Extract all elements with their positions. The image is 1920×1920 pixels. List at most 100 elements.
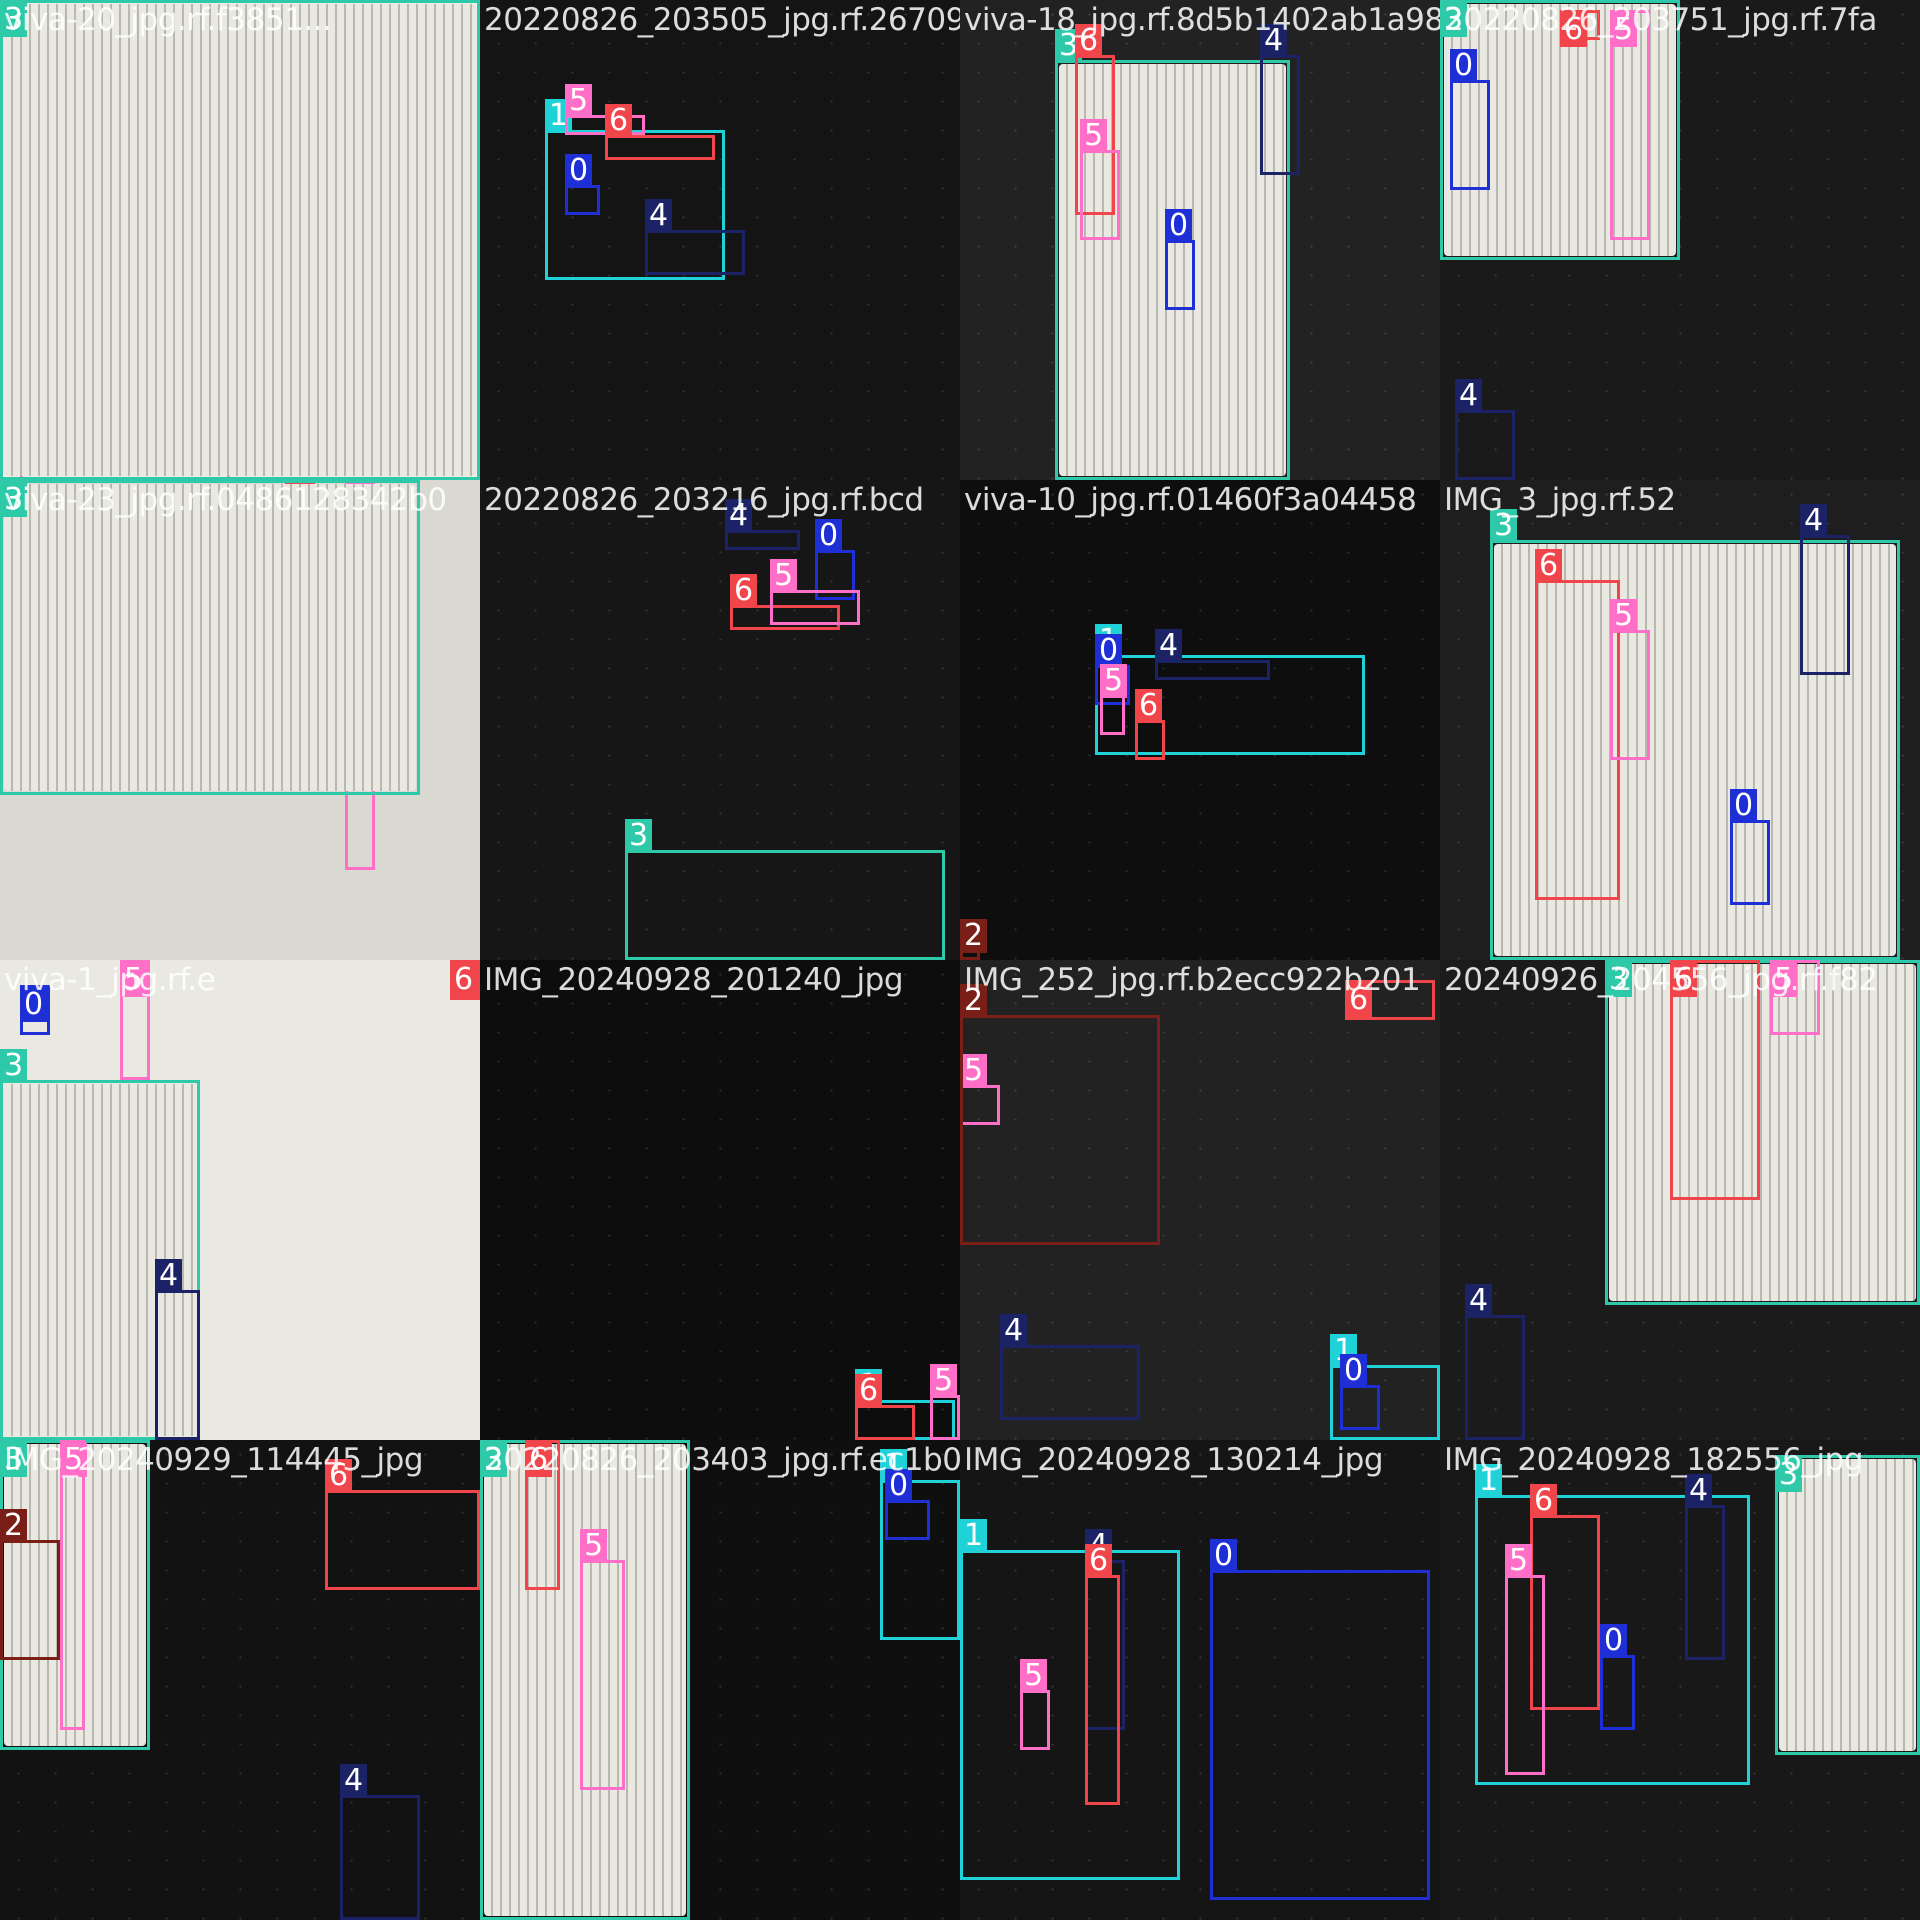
mosaic-tile: IMG_20240928_182556_jpg 1 6 4 5 0 3 [1440,1440,1920,1920]
bbox-class-label: 2 [0,1509,28,1543]
tile-filename: IMG_20240928_201240_jpg [484,962,904,998]
tile-filename: viva-23_jpg.rf.0486128342b0 [4,482,447,518]
bbox-class-label: 3 [0,1049,28,1083]
bbox-class-label: 6 [1085,1544,1113,1578]
bbox-class-label: 5 [1020,1659,1048,1693]
bbox-class-label: 0 [815,519,843,553]
bbox-class-0: 0 [1210,1539,1430,1900]
bbox-class-0: 0 [1600,1624,1635,1730]
mosaic-tile: viva-1_jpg.rf.e 0 3 5 4 6 [0,960,480,1440]
bbox-class-label: 0 [1165,209,1193,243]
bbox-class-label: 5 [565,84,593,118]
tile-filename: 20220826_203505_jpg.rf.267097f3d9f8f1ab1… [484,2,960,38]
bbox-class-label: 4 [1000,1314,1028,1348]
bbox-class-4: 4 [1800,504,1850,675]
bbox-class-4: 4 [725,499,800,550]
bbox-class-label: 4 [1800,504,1828,538]
tile-filename: 20220826_203403_jpg.rf.ec1b0 [484,1442,960,1478]
bbox-class-label: 0 [565,154,593,188]
mosaic-tile: 20220826_203403_jpg.rf.ec1b0 3 6 5 1 0 [480,1440,960,1920]
bbox-class-0: 0 [1450,49,1490,190]
mosaic-tile: IMG_20240929_114445_jpg 3 5 6 2 4 [0,1440,480,1920]
bbox-class-label: 6 [1535,549,1563,583]
bbox-class-5: 5 [1610,599,1650,760]
bbox-class-3: 3 [625,819,945,960]
bbox-class-6: 6 [450,960,480,1000]
bbox-class-label: 6 [855,1374,883,1408]
mosaic-tile: 20220826_203216_jpg.rf.bcd 4 0 6 5 3 [480,480,960,960]
bbox-class-2: 2 [960,984,1160,1245]
bbox-class-0: 0 [885,1469,930,1540]
mosaic-tile: viva-20_jpg.rf.f3851...46503 [0,0,480,480]
bbox-class-5: 5 [1100,664,1128,735]
bbox-class-label: 1 [960,1519,988,1553]
mosaic-tile: IMG_252_jpg.rf.b2ecc922b201 5 6 2 4 1 0 [960,960,1440,1440]
bbox-class-label: 4 [1685,1474,1713,1508]
bbox-class-label: 4 [155,1259,183,1293]
bbox-class-6: 6 [325,1459,480,1590]
bbox-class-5: 5 [60,1440,88,1730]
bbox-class-3: 3 [0,0,480,480]
bbox-class-label: 6 [1135,689,1163,723]
bbox-class-5: 5 [1080,119,1120,240]
bbox-class-4: 4 [1685,1474,1725,1660]
bbox-class-6: 6 [1535,549,1620,900]
bbox-class-label: 6 [730,574,758,608]
tile-filename: 20240926_204556_jpg.rf.f82 [1444,962,1878,998]
image-noise [480,960,960,1440]
bbox-class-4: 4 [1260,24,1300,175]
bbox-class-label: 6 [450,963,478,997]
bbox-class-label: 0 [1450,49,1478,83]
tile-filename: viva-10_jpg.rf.01460f3a04458 [964,482,1417,518]
bbox-class-label: 0 [1210,1539,1238,1573]
mosaic-tile: IMG_20240928_130214_jpg14650 [960,1440,1440,1920]
bbox-class-4: 4 [1455,379,1515,480]
mosaic-tile: IMG_3_jpg.rf.52 3 4 6 5 0 [1440,480,1920,960]
mosaic-tile: viva-23_jpg.rf.0486128342b06503 [0,480,480,960]
bbox-class-label: 6 [1530,1484,1558,1518]
bbox-class-label: 4 [1465,1284,1493,1318]
bbox-class-4: 4 [1000,1314,1140,1420]
bbox-class-5: 5 [770,559,860,625]
mosaic-tile: IMG_20240928_201240_jpg165 [480,960,960,1440]
mosaic-tile: 20220826_203505_jpg.rf.267097f3d9f8f1ab1… [480,0,960,480]
tile-filename: viva-18_jpg.rf.8d5b1402ab1a989fc [964,2,1440,38]
bbox-class-label: 5 [1505,1544,1533,1578]
tile-filename: IMG_20240928_130214_jpg [964,1442,1384,1478]
tile-filename: IMG_3_jpg.rf.52 [1444,482,1676,518]
tile-filename: IMG_20240928_182556_jpg [1444,1442,1864,1478]
mosaic-tile: viva-18_jpg.rf.8d5b1402ab1a989fc 3 6 4 5 0 [960,0,1440,480]
tile-filename: IMG_252_jpg.rf.b2ecc922b201 [964,962,1421,998]
bbox-class-5: 5 [1505,1544,1545,1775]
bbox-class-label: 6 [605,104,633,138]
bbox-class-3: 3 [1775,1455,1920,1755]
bbox-class-0: 0 [1165,209,1195,310]
tile-filename: IMG_20240929_114445_jpg [4,1442,424,1478]
bbox-class-5: 5 [1610,10,1650,240]
bbox-class-4: 4 [340,1764,420,1920]
bbox-class-label: 0 [1600,1624,1628,1658]
tile-filename: 20220826_203216_jpg.rf.bcd [484,482,924,518]
annotated-mosaic-grid: viva-20_jpg.rf.f3851...4650320220826_203… [0,0,1920,1920]
bbox-class-4: 4 [155,1259,200,1440]
bbox-class-6: 6 [855,1374,915,1440]
bbox-class-4: 4 [1465,1284,1525,1440]
bbox-class-1: 1 [960,1519,1180,1880]
bbox-class-label: 3 [625,819,653,853]
bbox-class-0: 0 [1340,1354,1380,1430]
bbox-class-label: 5 [580,1529,608,1563]
bbox-class-0: 0 [565,154,600,215]
bbox-class-label: 2 [960,919,988,953]
bbox-class-4: 4 [1155,629,1270,680]
bbox-class-6: 6 [1085,1544,1120,1805]
tile-filename: 20220826_203751_jpg.rf.7fa [1444,2,1877,38]
bbox-class-5: 5 [1020,1659,1050,1750]
bbox-class-4: 4 [645,199,745,275]
bbox-class-label: 0 [1340,1354,1368,1388]
bbox-class-label: 4 [340,1764,368,1798]
bbox-class-label: 4 [1455,379,1483,413]
bbox-class-2: 2 [0,1509,60,1660]
bbox-class-label: 4 [645,199,673,233]
bbox-class-2: 2 [960,919,988,960]
bbox-class-3: 3 [0,480,420,795]
